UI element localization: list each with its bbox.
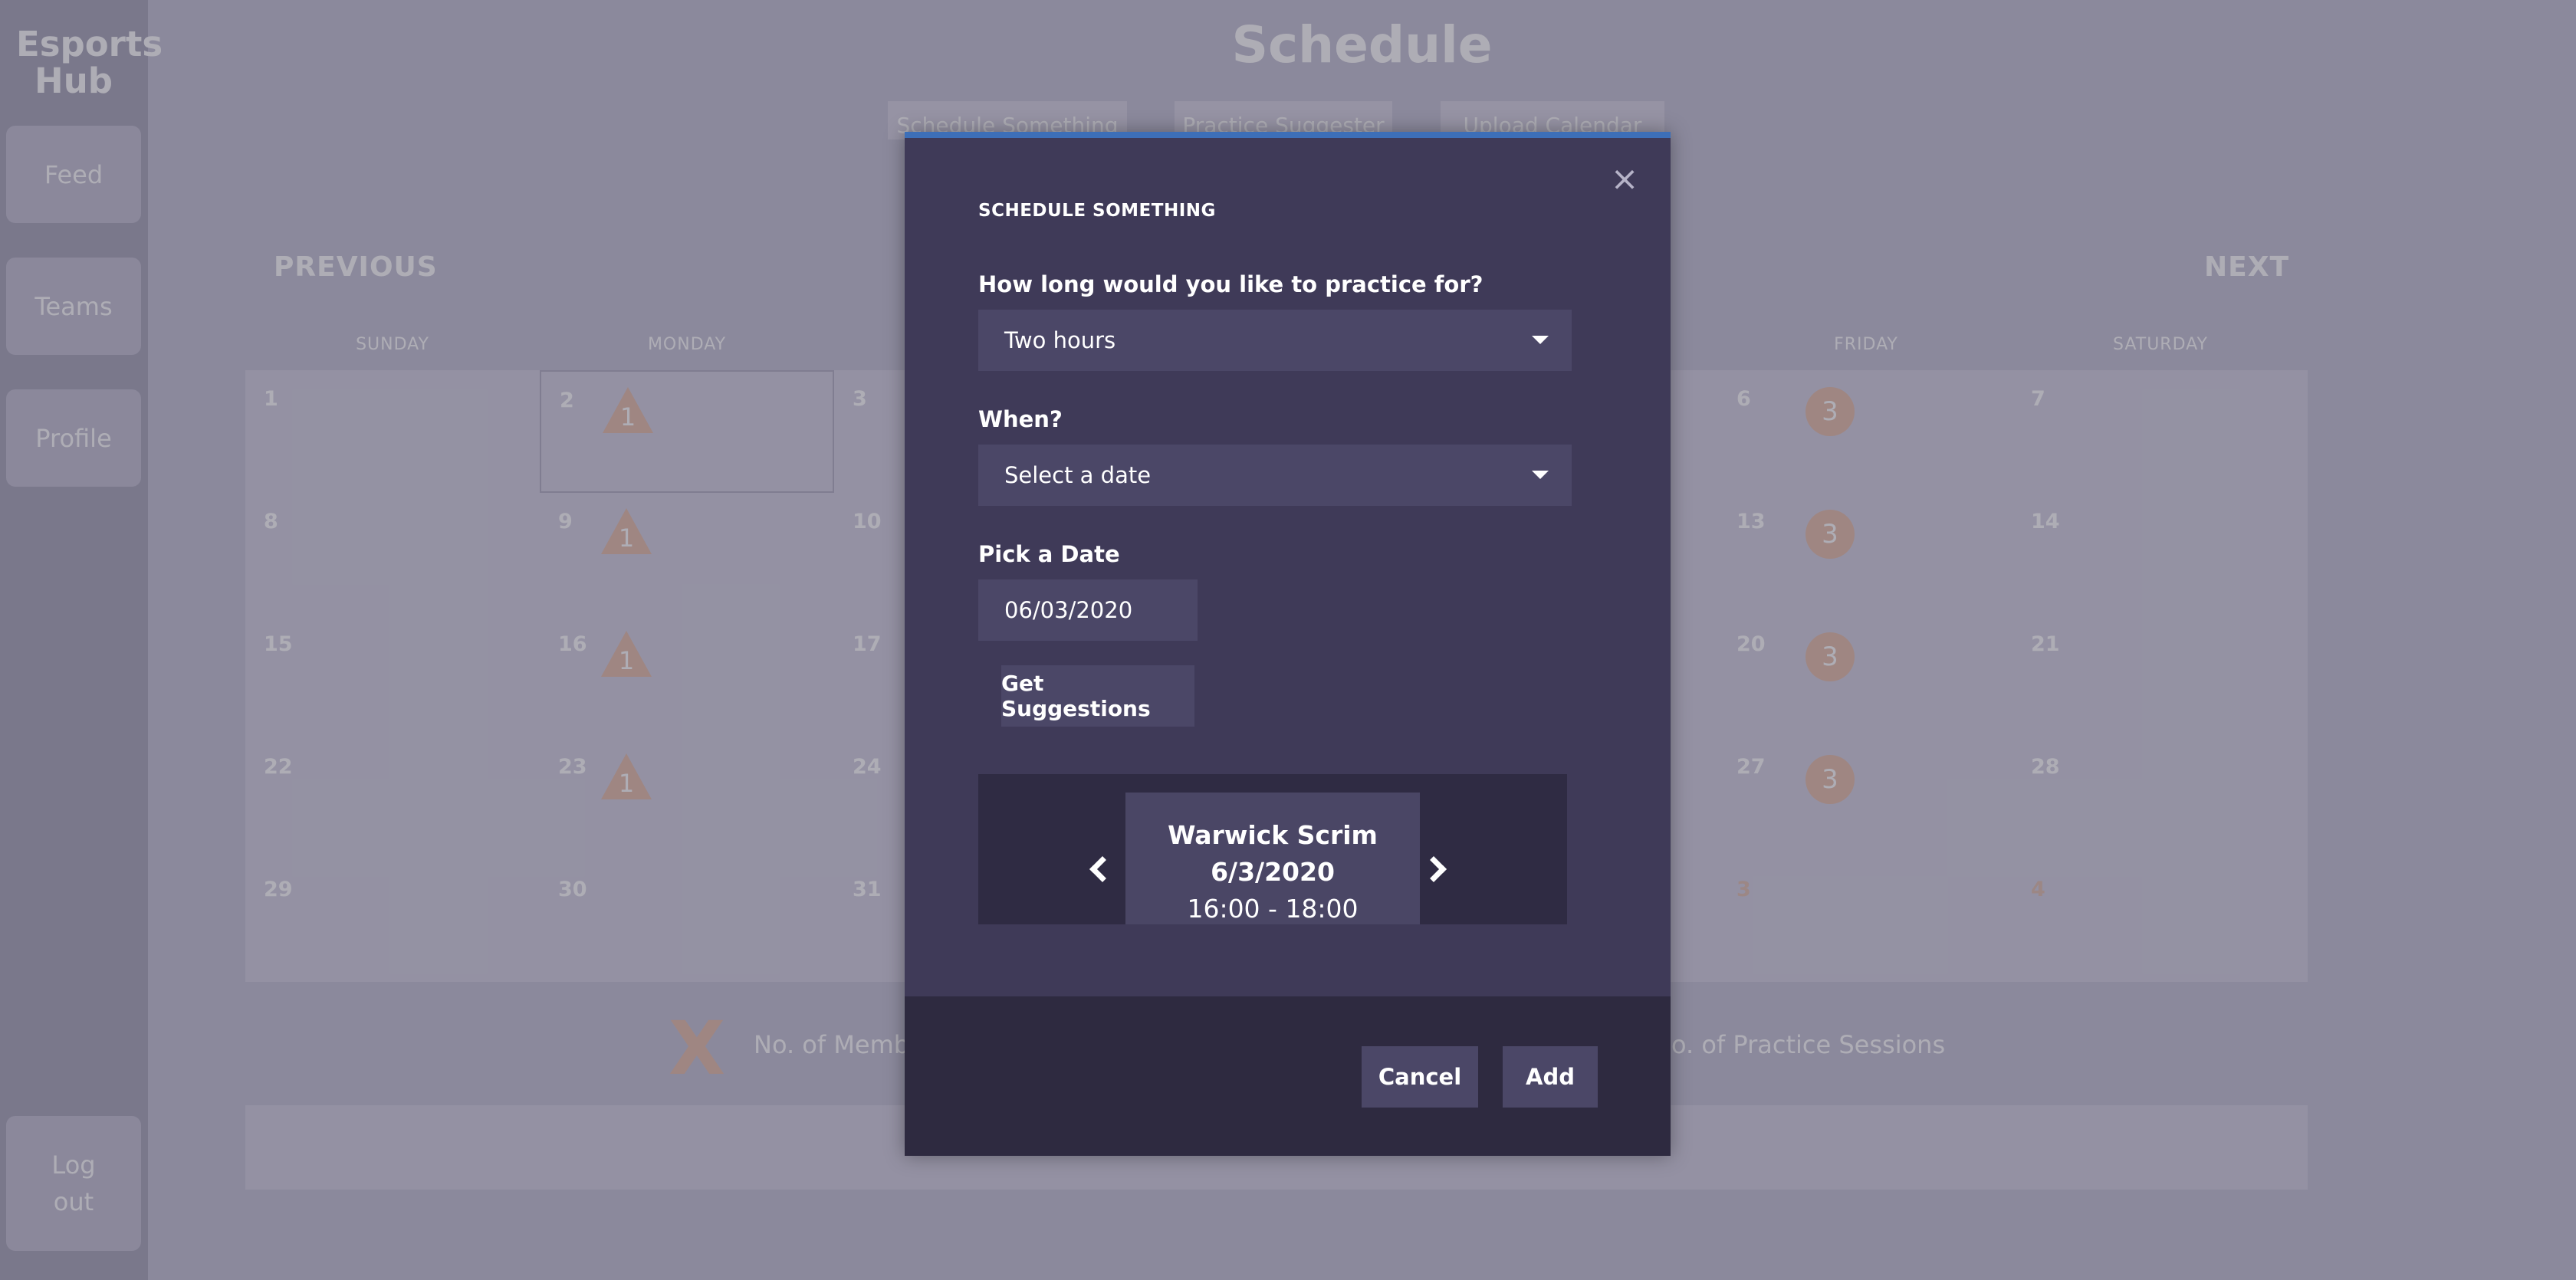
date-input[interactable]: 06/03/2020 [978, 579, 1198, 641]
get-suggestions-button[interactable]: Get Suggestions [1001, 665, 1194, 727]
schedule-modal: × SCHEDULE SOMETHING How long would you … [905, 132, 1671, 1156]
modal-footer: Cancel Add [905, 996, 1671, 1156]
caret-down-icon [1532, 336, 1549, 344]
add-button[interactable]: Add [1503, 1046, 1598, 1108]
duration-select[interactable]: Two hours [978, 310, 1572, 371]
suggestion-date: 6/3/2020 [1211, 857, 1335, 887]
caret-down-icon [1532, 471, 1549, 479]
chevron-right-icon[interactable] [1421, 856, 1447, 882]
close-icon[interactable]: × [1608, 162, 1641, 196]
duration-label: How long would you like to practice for? [978, 271, 1484, 297]
when-select[interactable]: Select a date [978, 445, 1572, 506]
suggestion-name: Warwick Scrim [1168, 820, 1378, 850]
suggestions-carousel: Warwick Scrim 6/3/2020 16:00 - 18:00 [978, 774, 1567, 924]
suggestion-card[interactable]: Warwick Scrim 6/3/2020 16:00 - 18:00 [1125, 793, 1420, 924]
cancel-button[interactable]: Cancel [1362, 1046, 1478, 1108]
modal-title: SCHEDULE SOMETHING [978, 201, 1216, 221]
suggestion-time: 16:00 - 18:00 [1187, 894, 1359, 924]
modal-accent-bar [905, 132, 1671, 138]
chevron-left-icon[interactable] [1089, 856, 1116, 882]
when-placeholder: Select a date [1004, 462, 1152, 488]
when-label: When? [978, 406, 1063, 432]
duration-value: Two hours [1004, 327, 1116, 353]
pick-date-label: Pick a Date [978, 541, 1120, 567]
